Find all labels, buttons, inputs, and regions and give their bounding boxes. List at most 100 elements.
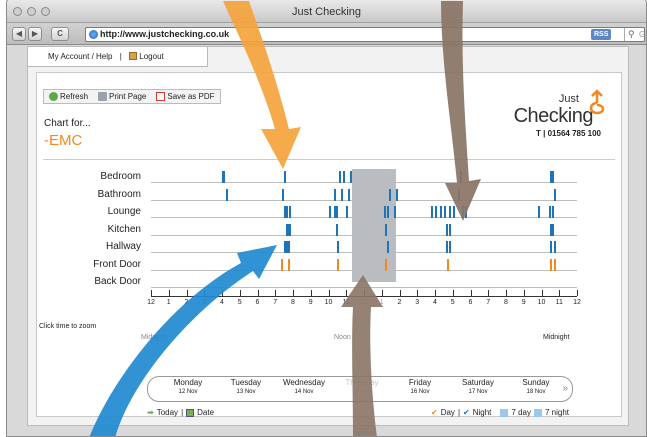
- axis-tick: [168, 290, 170, 296]
- axis-tick-label[interactable]: 5: [445, 299, 461, 306]
- axis-tick-label[interactable]: 3: [196, 299, 212, 306]
- axis-tick-label[interactable]: 9: [516, 299, 532, 306]
- day-option[interactable]: Sunday 18 Nov: [506, 378, 566, 395]
- pdf-icon: [156, 92, 166, 101]
- view-controls: ✔ Day | ✔ Night 7 day 7 night: [431, 408, 569, 417]
- top-nav: My Account / Help | Logout: [28, 47, 208, 67]
- seven-day-link[interactable]: 7 day: [511, 408, 531, 417]
- day-name: Wednesday: [282, 378, 326, 387]
- row-label: Hallway: [105, 241, 141, 252]
- row-baseline: [151, 217, 577, 218]
- search-input[interactable]: Google: [624, 28, 646, 41]
- axis-tick-label[interactable]: 12: [356, 299, 372, 306]
- axis-tick-label[interactable]: 8: [498, 299, 514, 306]
- axis-tick: [257, 290, 259, 296]
- night-view-link[interactable]: Night: [473, 408, 492, 417]
- pdf-label: Save as PDF: [167, 92, 215, 101]
- forward-button[interactable]: ▶: [28, 27, 42, 41]
- axis-tick-label[interactable]: 1: [374, 299, 390, 306]
- activity-mark: [537, 206, 540, 218]
- day-option[interactable]: Tuesday 13 Nov: [216, 378, 276, 395]
- row-baseline: [151, 287, 577, 288]
- axis-tick-label[interactable]: 2: [392, 299, 408, 306]
- view-sep: |: [457, 408, 461, 417]
- row-baseline: [151, 252, 577, 253]
- activity-mark: [328, 206, 331, 218]
- axis-tick-label[interactable]: 10: [321, 299, 337, 306]
- activity-mark: [449, 206, 452, 218]
- rss-button[interactable]: RSS: [591, 29, 612, 40]
- url-text: http://www.justchecking.co.uk: [100, 29, 230, 39]
- activity-mark: [553, 241, 556, 253]
- activity-mark: [449, 241, 452, 253]
- activity-mark: [452, 206, 455, 218]
- axis-tick-label[interactable]: 12: [569, 299, 585, 306]
- day-option[interactable]: Monday 12 Nov: [158, 378, 218, 395]
- axis-tick-label[interactable]: 11: [338, 299, 354, 306]
- next-week-button[interactable]: »: [562, 383, 568, 394]
- axis-tick-label[interactable]: 7: [267, 299, 283, 306]
- activity-mark: [440, 206, 443, 218]
- axis-tick: [399, 290, 401, 296]
- axis-tick-label[interactable]: 9: [303, 299, 319, 306]
- row-label: Back Door: [94, 276, 141, 287]
- day-date: 15 Nov: [352, 389, 372, 395]
- my-account-link[interactable]: My Account / Help: [48, 52, 112, 61]
- activity-mark: [461, 206, 464, 218]
- title-bar: Just Checking: [7, 0, 646, 23]
- refresh-button[interactable]: Refresh: [44, 90, 93, 103]
- day-option[interactable]: Thursday 15 Nov: [332, 378, 392, 395]
- day-view-link[interactable]: Day: [441, 408, 455, 417]
- activity-mark: [335, 223, 338, 236]
- seven-night-link[interactable]: 7 night: [545, 408, 569, 417]
- time-selection[interactable]: [351, 169, 396, 282]
- axis-tick-label[interactable]: 4: [427, 299, 443, 306]
- activity-mark: [552, 223, 555, 236]
- activity-mark: [458, 188, 461, 201]
- axis-tick-label[interactable]: 6: [250, 299, 266, 306]
- day-option[interactable]: Saturday 17 Nov: [448, 378, 508, 395]
- axis-tick-label[interactable]: 10: [534, 299, 550, 306]
- axis-tick-label[interactable]: 7: [480, 299, 496, 306]
- save-pdf-button[interactable]: Save as PDF: [151, 90, 219, 103]
- axis-tick-label[interactable]: 1: [161, 299, 177, 306]
- activity-mark: [552, 206, 555, 218]
- day-option[interactable]: Wednesday 14 Nov: [274, 378, 334, 395]
- page-actions: Refresh Print Page Save as PDF: [43, 89, 221, 104]
- axis-tick-label[interactable]: 8: [285, 299, 301, 306]
- activity-mark: [225, 188, 228, 201]
- axis-tick-label[interactable]: 5: [232, 299, 248, 306]
- today-arrow-icon: ➡: [147, 408, 154, 417]
- activity-mark: [447, 258, 450, 271]
- night-check-icon: ✔: [463, 408, 470, 417]
- logout-link[interactable]: Logout: [139, 52, 163, 61]
- day-option[interactable]: Friday 16 Nov: [390, 378, 450, 395]
- today-link[interactable]: Today: [157, 408, 178, 417]
- axis-tick-label[interactable]: 11: [551, 299, 567, 306]
- logo-just: Just: [558, 93, 579, 105]
- activity-mark: [349, 171, 352, 183]
- activity-mark: [284, 171, 287, 183]
- axis-tick-label[interactable]: 6: [463, 299, 479, 306]
- axis-tick-label[interactable]: 4: [214, 299, 230, 306]
- activity-mark: [552, 171, 555, 183]
- day-name: Monday: [173, 378, 203, 387]
- printer-icon: [98, 92, 108, 101]
- date-sep: |: [181, 408, 184, 417]
- address-bar[interactable]: http://www.justchecking.co.uk RSS Google: [85, 27, 646, 42]
- day-name: Thursday: [345, 378, 379, 387]
- reload-button[interactable]: C: [51, 27, 69, 41]
- date-link[interactable]: Date: [197, 408, 214, 417]
- axis-tick: [186, 290, 188, 296]
- axis-tick-label[interactable]: 12: [143, 299, 159, 306]
- row-label: Front Door: [93, 258, 141, 270]
- week-night-icon: [533, 408, 542, 417]
- back-button[interactable]: ◀: [12, 27, 26, 41]
- day-selector: Monday 12 Nov Tuesday 13 Nov Wednesday 14 Nov…: [147, 376, 573, 402]
- axis-tick-label[interactable]: 2: [179, 299, 195, 306]
- print-button[interactable]: Print Page: [93, 90, 151, 103]
- activity-mark: [287, 241, 290, 253]
- axis-tick-label[interactable]: 3: [409, 299, 425, 306]
- day-check-icon: ✔: [431, 408, 438, 417]
- row-label: Kitchen: [107, 223, 141, 235]
